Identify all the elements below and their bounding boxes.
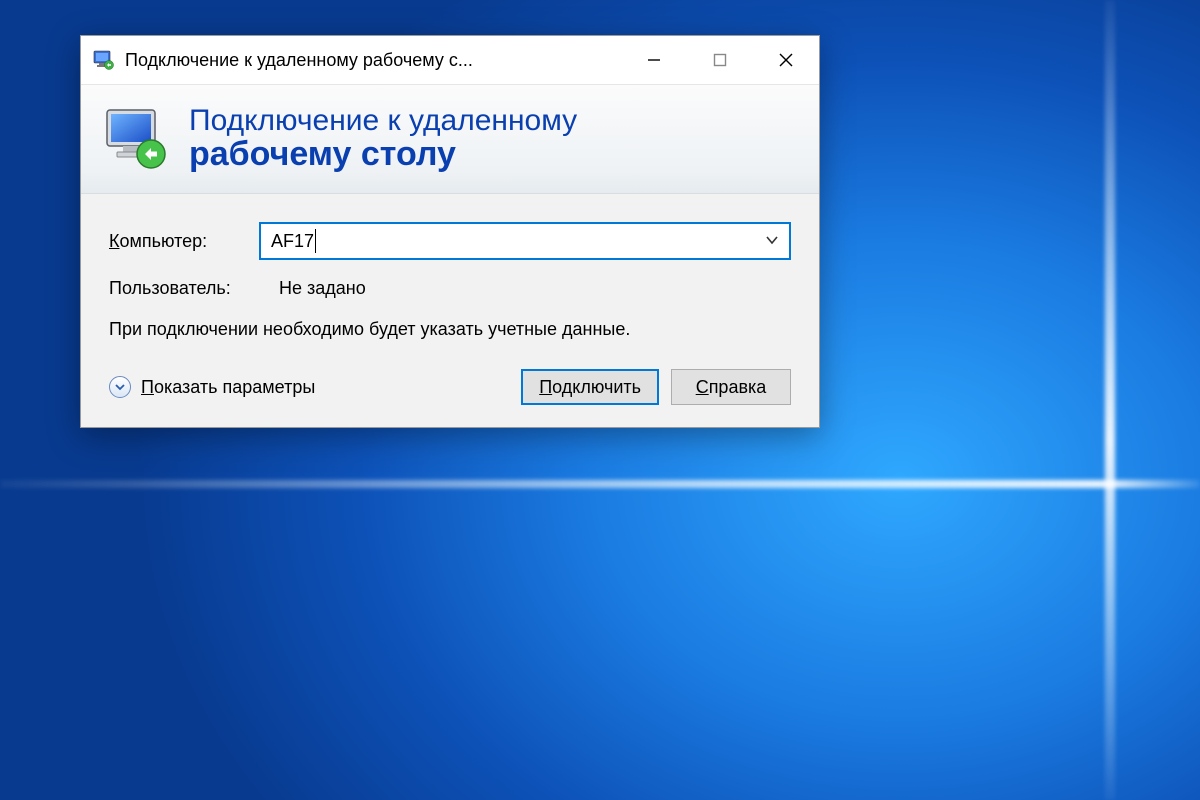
chevron-down-circle-icon <box>109 376 131 398</box>
rdp-window: Подключение к удаленному рабочему с... <box>80 35 820 428</box>
desktop-background: Подключение к удаленному рабочему с... <box>0 0 1200 800</box>
dialog-header: Подключение к удаленному рабочему столу <box>81 84 819 194</box>
header-line2: рабочему столу <box>189 137 577 173</box>
show-options-label: Показать параметры <box>141 377 315 398</box>
header-line1: Подключение к удаленному <box>189 105 577 137</box>
user-label: Пользователь: <box>109 278 259 299</box>
show-options-toggle[interactable]: Показать параметры <box>109 376 315 398</box>
rdp-header-icon <box>101 104 171 174</box>
window-title: Подключение к удаленному рабочему с... <box>125 50 473 71</box>
rdp-titlebar-icon <box>93 50 115 70</box>
connect-button[interactable]: Подключить <box>521 369 659 405</box>
computer-combobox[interactable]: AF17 <box>259 222 791 260</box>
chevron-down-icon[interactable] <box>765 231 779 252</box>
dialog-body: Компьютер: AF17 Пользователь: Не задано … <box>81 194 819 427</box>
user-value: Не задано <box>279 278 366 299</box>
maximize-button[interactable] <box>687 36 753 84</box>
credentials-info: При подключении необходимо будет указать… <box>109 317 791 341</box>
connect-label: Подключить <box>539 377 641 398</box>
minimize-button[interactable] <box>621 36 687 84</box>
help-label: Справка <box>696 377 767 398</box>
titlebar[interactable]: Подключение к удаленному рабочему с... <box>81 36 819 84</box>
text-caret <box>315 229 316 253</box>
computer-label: Компьютер: <box>109 231 259 252</box>
help-button[interactable]: Справка <box>671 369 791 405</box>
computer-value: AF17 <box>271 231 314 252</box>
window-controls <box>621 36 819 84</box>
close-button[interactable] <box>753 36 819 84</box>
